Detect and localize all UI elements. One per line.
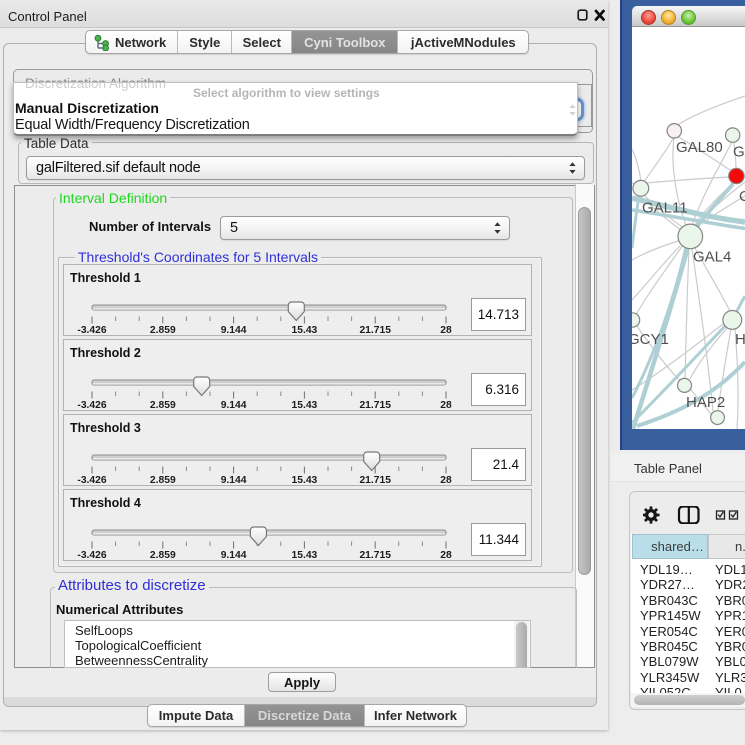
svg-text:GAL80: GAL80 [676,139,723,156]
svg-text:9.144: 9.144 [221,475,247,486]
svg-text:28: 28 [440,475,452,486]
svg-text:GCY1: GCY1 [632,331,669,348]
svg-text:-3.426: -3.426 [77,475,106,486]
svg-text:-3.426: -3.426 [77,550,106,561]
svg-text:2.859: 2.859 [150,400,176,411]
svg-text:HAP2: HAP2 [686,394,725,411]
svg-text:-3.426: -3.426 [77,325,106,336]
svg-text:-3.426: -3.426 [77,400,106,411]
svg-text:15.43: 15.43 [292,400,318,411]
svg-text:15.43: 15.43 [292,325,318,336]
svg-text:9.144: 9.144 [221,400,247,411]
svg-text:GAL4: GAL4 [693,249,731,266]
svg-text:2.859: 2.859 [150,550,176,561]
svg-text:28: 28 [440,550,452,561]
svg-text:28: 28 [440,325,452,336]
svg-text:GAL11: GAL11 [642,200,688,217]
svg-text:21.715: 21.715 [359,400,391,411]
svg-text:C: C [739,188,745,205]
svg-text:HIS: HIS [735,331,745,348]
svg-text:21.715: 21.715 [359,550,391,561]
svg-text:15.43: 15.43 [292,475,318,486]
svg-text:28: 28 [440,400,452,411]
svg-text:9.144: 9.144 [221,550,247,561]
svg-text:9.144: 9.144 [221,325,247,336]
svg-text:2.859: 2.859 [150,475,176,486]
svg-text:21.715: 21.715 [359,475,391,486]
svg-text:15.43: 15.43 [292,550,318,561]
svg-text:GAL1: GAL1 [733,144,745,161]
svg-text:21.715: 21.715 [359,325,391,336]
svg-text:2.859: 2.859 [150,325,176,336]
